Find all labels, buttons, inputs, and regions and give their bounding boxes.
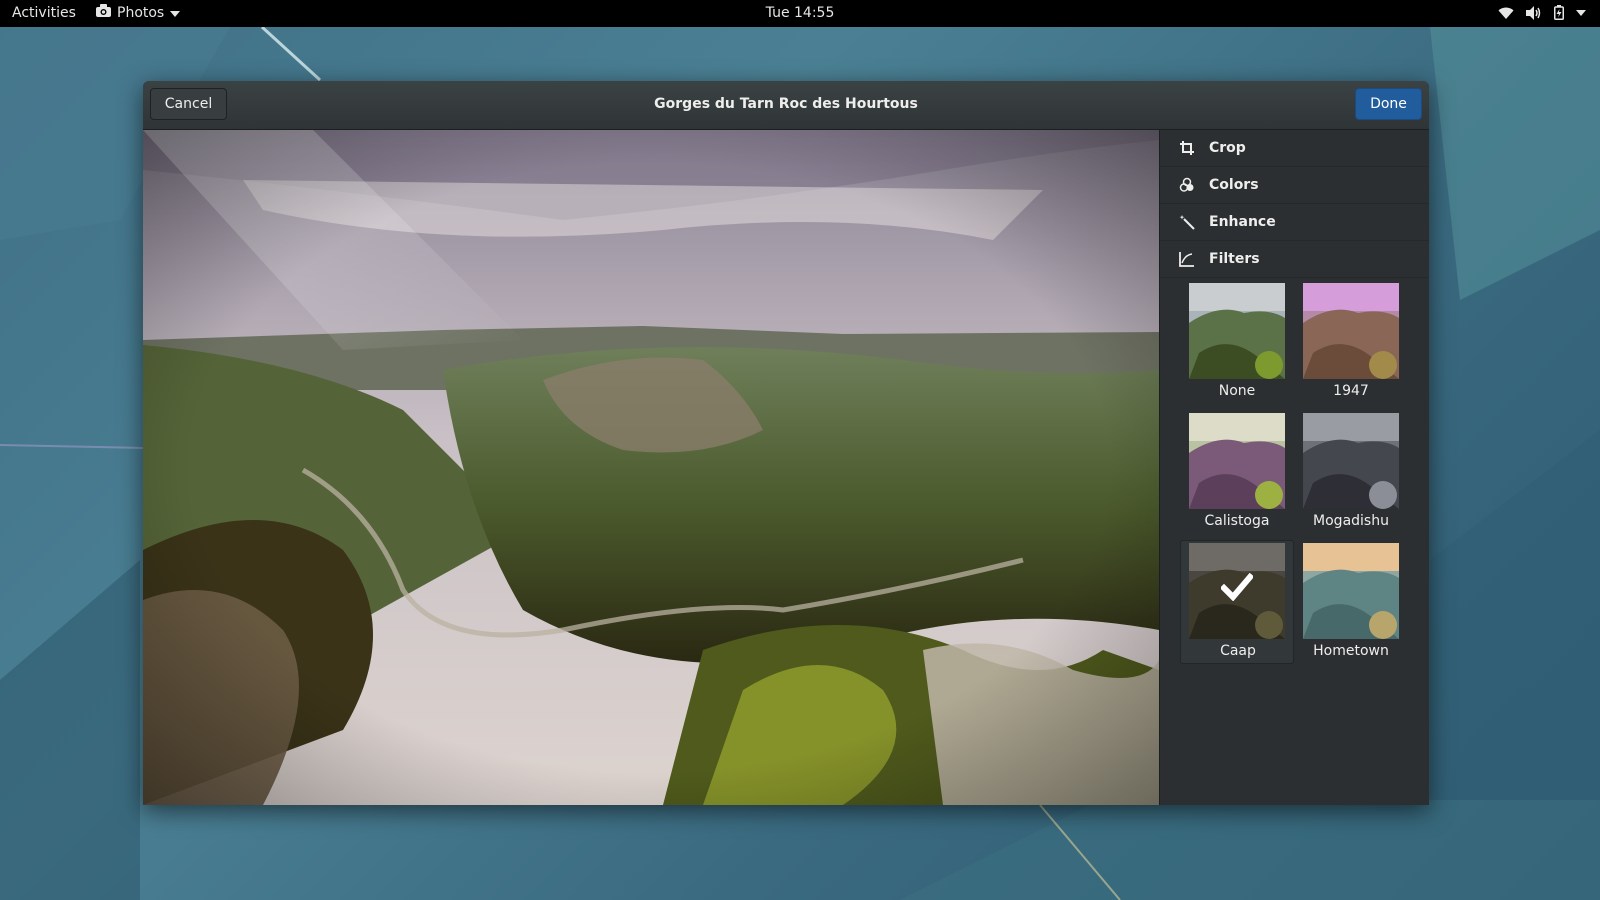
filter-label: 1947 (1333, 383, 1369, 399)
filter-thumbnail (1303, 413, 1399, 509)
crop-icon (1178, 139, 1196, 157)
filter-label: Mogadishu (1313, 513, 1389, 529)
filter-thumbnail (1189, 543, 1285, 639)
tool-label: Enhance (1209, 214, 1276, 230)
filter-none[interactable]: None (1180, 280, 1294, 404)
filter-thumbnail (1189, 283, 1285, 379)
filter-grid: None 1947 Calistoga Mogadishu Caap Homet… (1180, 280, 1416, 664)
tool-label: Filters (1209, 251, 1260, 267)
filter-label: Hometown (1313, 643, 1389, 659)
system-tray[interactable] (1498, 5, 1586, 20)
chevron-down-icon (170, 5, 181, 21)
colors-icon (1178, 176, 1196, 194)
filter-calistoga[interactable]: Calistoga (1180, 410, 1294, 534)
filter-hometown[interactable]: Hometown (1294, 540, 1408, 664)
filter-label: None (1218, 383, 1256, 399)
chevron-down-icon (1576, 9, 1586, 16)
top-bar: Activities Photos Tue 14:55 (0, 0, 1600, 27)
app-name: Photos (117, 4, 165, 21)
tool-label: Colors (1209, 177, 1259, 193)
enhance-icon (1178, 213, 1196, 231)
window-title: Gorges du Tarn Roc des Hourtous (654, 96, 918, 112)
clock[interactable]: Tue 14:55 (766, 5, 835, 21)
filter-thumbnail (1303, 543, 1399, 639)
tool-filters[interactable]: Filters (1160, 241, 1429, 278)
tool-crop[interactable]: Crop (1160, 130, 1429, 167)
done-button[interactable]: Done (1355, 88, 1422, 120)
filters-icon (1178, 250, 1196, 268)
volume-icon (1526, 5, 1542, 20)
filter-caap[interactable]: Caap (1180, 540, 1294, 664)
tool-label: Crop (1209, 140, 1246, 156)
activities-button[interactable]: Activities (12, 5, 76, 21)
filter-thumbnail (1303, 283, 1399, 379)
filter-thumbnail (1189, 413, 1285, 509)
filter-mogadishu[interactable]: Mogadishu (1294, 410, 1408, 534)
battery-icon (1554, 5, 1564, 20)
camera-icon (96, 4, 111, 21)
photo-canvas[interactable] (143, 130, 1159, 805)
app-menu[interactable]: Photos (96, 4, 181, 21)
wifi-icon (1498, 6, 1514, 20)
filter-label: Calistoga (1204, 513, 1270, 529)
checkmark-icon (1221, 573, 1253, 601)
filter-1947[interactable]: 1947 (1294, 280, 1408, 404)
tool-colors[interactable]: Colors (1160, 167, 1429, 204)
filter-label: Caap (1220, 643, 1256, 659)
cancel-button[interactable]: Cancel (150, 88, 227, 120)
tool-enhance[interactable]: Enhance (1160, 204, 1429, 241)
edit-tools-sidebar: Crop Colors Enhance Filters None 1947 Ca… (1159, 130, 1429, 805)
header-bar: Cancel Gorges du Tarn Roc des Hourtous D… (143, 81, 1429, 130)
photo-editor-window: Cancel Gorges du Tarn Roc des Hourtous D… (143, 81, 1429, 805)
